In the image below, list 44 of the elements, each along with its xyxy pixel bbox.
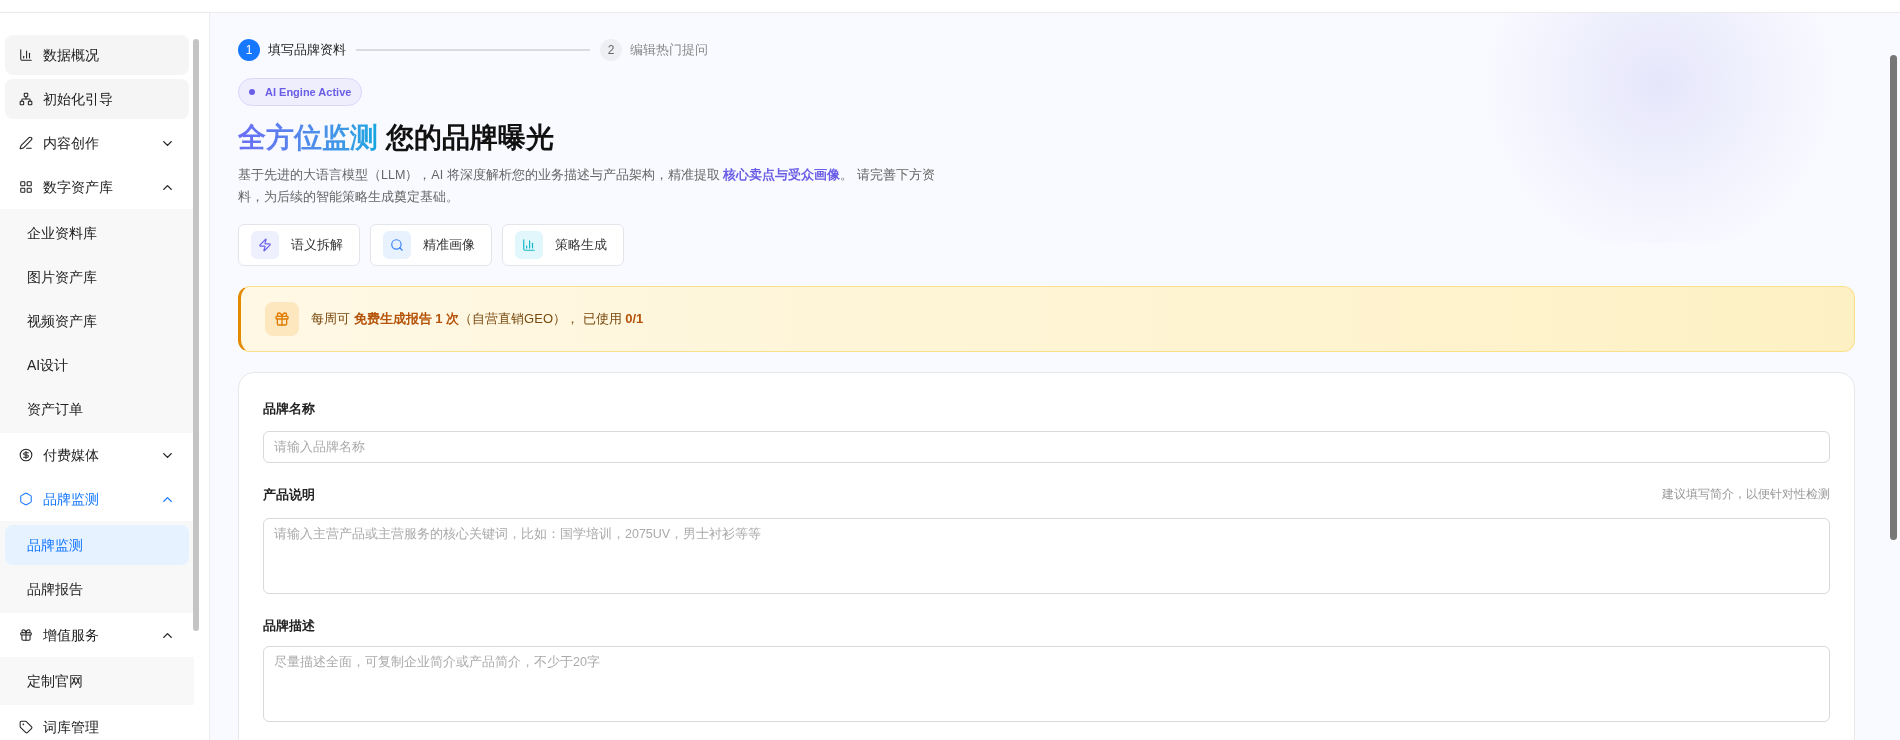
sidebar-subitem[interactable]: 品牌监测 <box>5 525 189 565</box>
sidebar-group[interactable]: 数字资产库 <box>5 165 189 209</box>
sidebar-subitem[interactable]: AI设计 <box>5 345 189 385</box>
tag-icon <box>19 720 33 734</box>
coin-icon <box>19 448 33 462</box>
feature-chip: 精准画像 <box>370 224 492 266</box>
sidebar-subitem[interactable]: 企业资料库 <box>5 213 189 253</box>
hexagon-icon <box>19 492 33 506</box>
text-area[interactable]: 尽量描述全面，可复制企业简介或产品简介，不少于20字 <box>263 645 1830 722</box>
sidebar-group[interactable]: 品牌监测 <box>5 477 189 521</box>
sidebar-item[interactable]: 数据概况 <box>5 35 189 75</box>
bar-chart-icon <box>522 238 536 252</box>
grid-icon <box>19 180 33 194</box>
scrollbar[interactable] <box>193 39 199 631</box>
sidebar-subitem[interactable]: 品牌报告 <box>5 569 189 609</box>
sidebar-subitem[interactable]: 图片资产库 <box>5 257 189 297</box>
sidebar-group[interactable]: 内容创作 <box>5 121 189 165</box>
field-hint: 建议填写简介，以便针对性检测 <box>1662 486 1830 502</box>
gift-icon <box>274 311 290 327</box>
page-heading: 全方位监测 您的品牌曝光 <box>238 121 555 155</box>
sidebar-item[interactable]: 初始化引导 <box>5 79 189 119</box>
sidebar-subitem[interactable]: 视频资产库 <box>5 301 189 341</box>
step: 2 编辑热门提问 <box>600 39 708 61</box>
pen-icon <box>19 136 33 150</box>
status-badge: AI Engine Active <box>238 78 363 106</box>
field-label: 品牌描述 <box>263 617 315 635</box>
notice-text: 每周可 免费生成报告 1 次（自营直销GEO）， 已使用 0/1 <box>311 310 644 329</box>
sidebar-subitem[interactable]: 资产订单 <box>5 389 189 429</box>
sidebar-group[interactable]: 增值服务 <box>5 613 189 657</box>
sidebar-group[interactable]: 付费媒体 <box>5 433 189 477</box>
feature-chip: 策略生成 <box>502 224 624 266</box>
nodes-icon <box>19 92 33 106</box>
bar-chart-icon <box>19 48 33 62</box>
input-field[interactable]: 请输入品牌名称 <box>263 430 1830 463</box>
lightning-icon <box>258 238 272 252</box>
field-label: 品牌名称 <box>263 400 315 418</box>
scrollbar[interactable] <box>1890 55 1897 540</box>
description: 基于先进的大语言模型（LLM），AI 将深度解析您的业务描述与产品架构，精准提取 核心卖点与受众画像。 请完善下方资料，为后续的智能策略生成奠定基础。 <box>238 167 936 206</box>
text-area[interactable]: 请输入主营产品或主营服务的核心关键词，比如：国学培训，2075UV，男士衬衫等等 <box>263 518 1830 594</box>
gift-icon <box>19 628 33 642</box>
feature-chip: 语义拆解 <box>238 224 360 266</box>
step: 1 填写品牌资料 <box>238 39 346 61</box>
field-label: 产品说明 <box>263 485 315 504</box>
search-icon <box>390 238 404 252</box>
